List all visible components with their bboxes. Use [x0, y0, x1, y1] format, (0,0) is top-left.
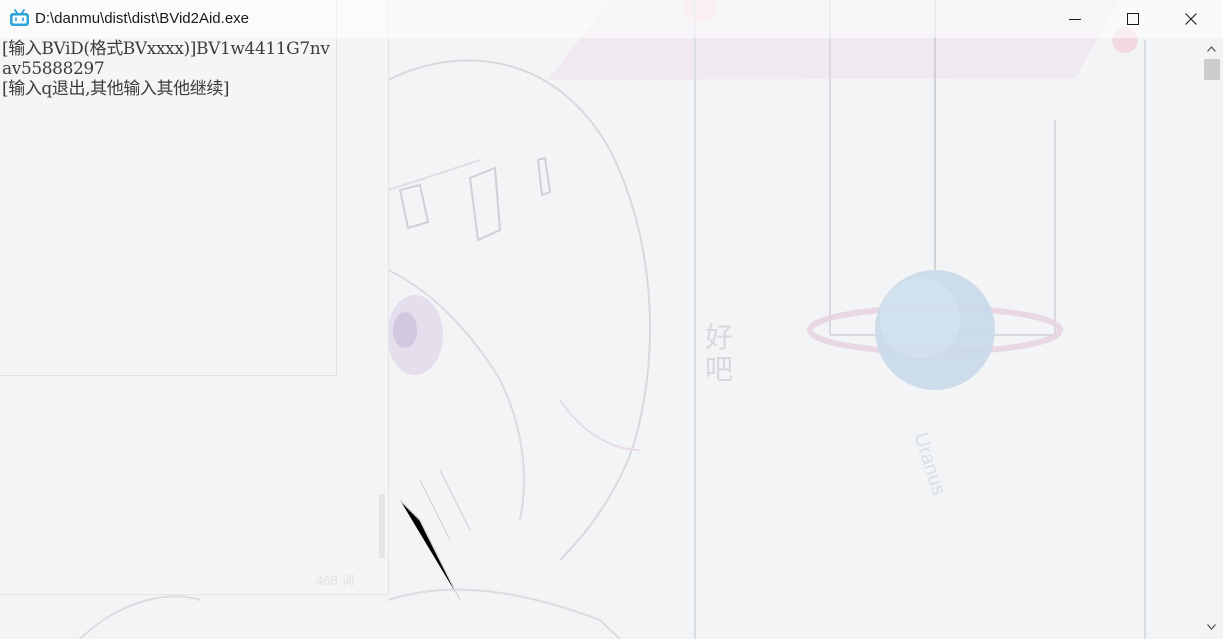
scroll-down-button[interactable] [1202, 618, 1221, 635]
maximize-icon [1127, 13, 1139, 25]
console-line: [输入BViD(格式BVxxxx)]BV1w4411G7nv [2, 39, 330, 59]
scroll-up-button[interactable] [1202, 40, 1221, 57]
console-line: av55888297 [2, 59, 105, 79]
close-button[interactable] [1162, 0, 1220, 38]
vertical-scrollbar[interactable] [1202, 38, 1221, 639]
maximize-button[interactable] [1104, 0, 1162, 38]
minimize-icon [1069, 19, 1081, 20]
window-title: D:\danmu\dist\dist\BVid2Aid.exe [35, 10, 250, 27]
bilibili-tv-icon [9, 9, 30, 27]
minimize-button[interactable] [1046, 0, 1104, 38]
title-bar[interactable]: D:\danmu\dist\dist\BVid2Aid.exe [0, 0, 1223, 38]
console-window: 468 词 好 吧 Uranus D:\danmu\dist\dist\BVid… [0, 0, 1223, 639]
close-icon [1185, 13, 1197, 25]
scroll-up-arrow-icon [1207, 45, 1216, 52]
scroll-down-arrow-icon [1207, 623, 1216, 630]
console-line: [输入q退出,其他输入其他继续] [2, 79, 230, 99]
console-output[interactable]: [输入BViD(格式BVxxxx)]BV1w4411G7nv av5588829… [2, 39, 1198, 637]
scrollbar-thumb[interactable] [1204, 59, 1220, 80]
